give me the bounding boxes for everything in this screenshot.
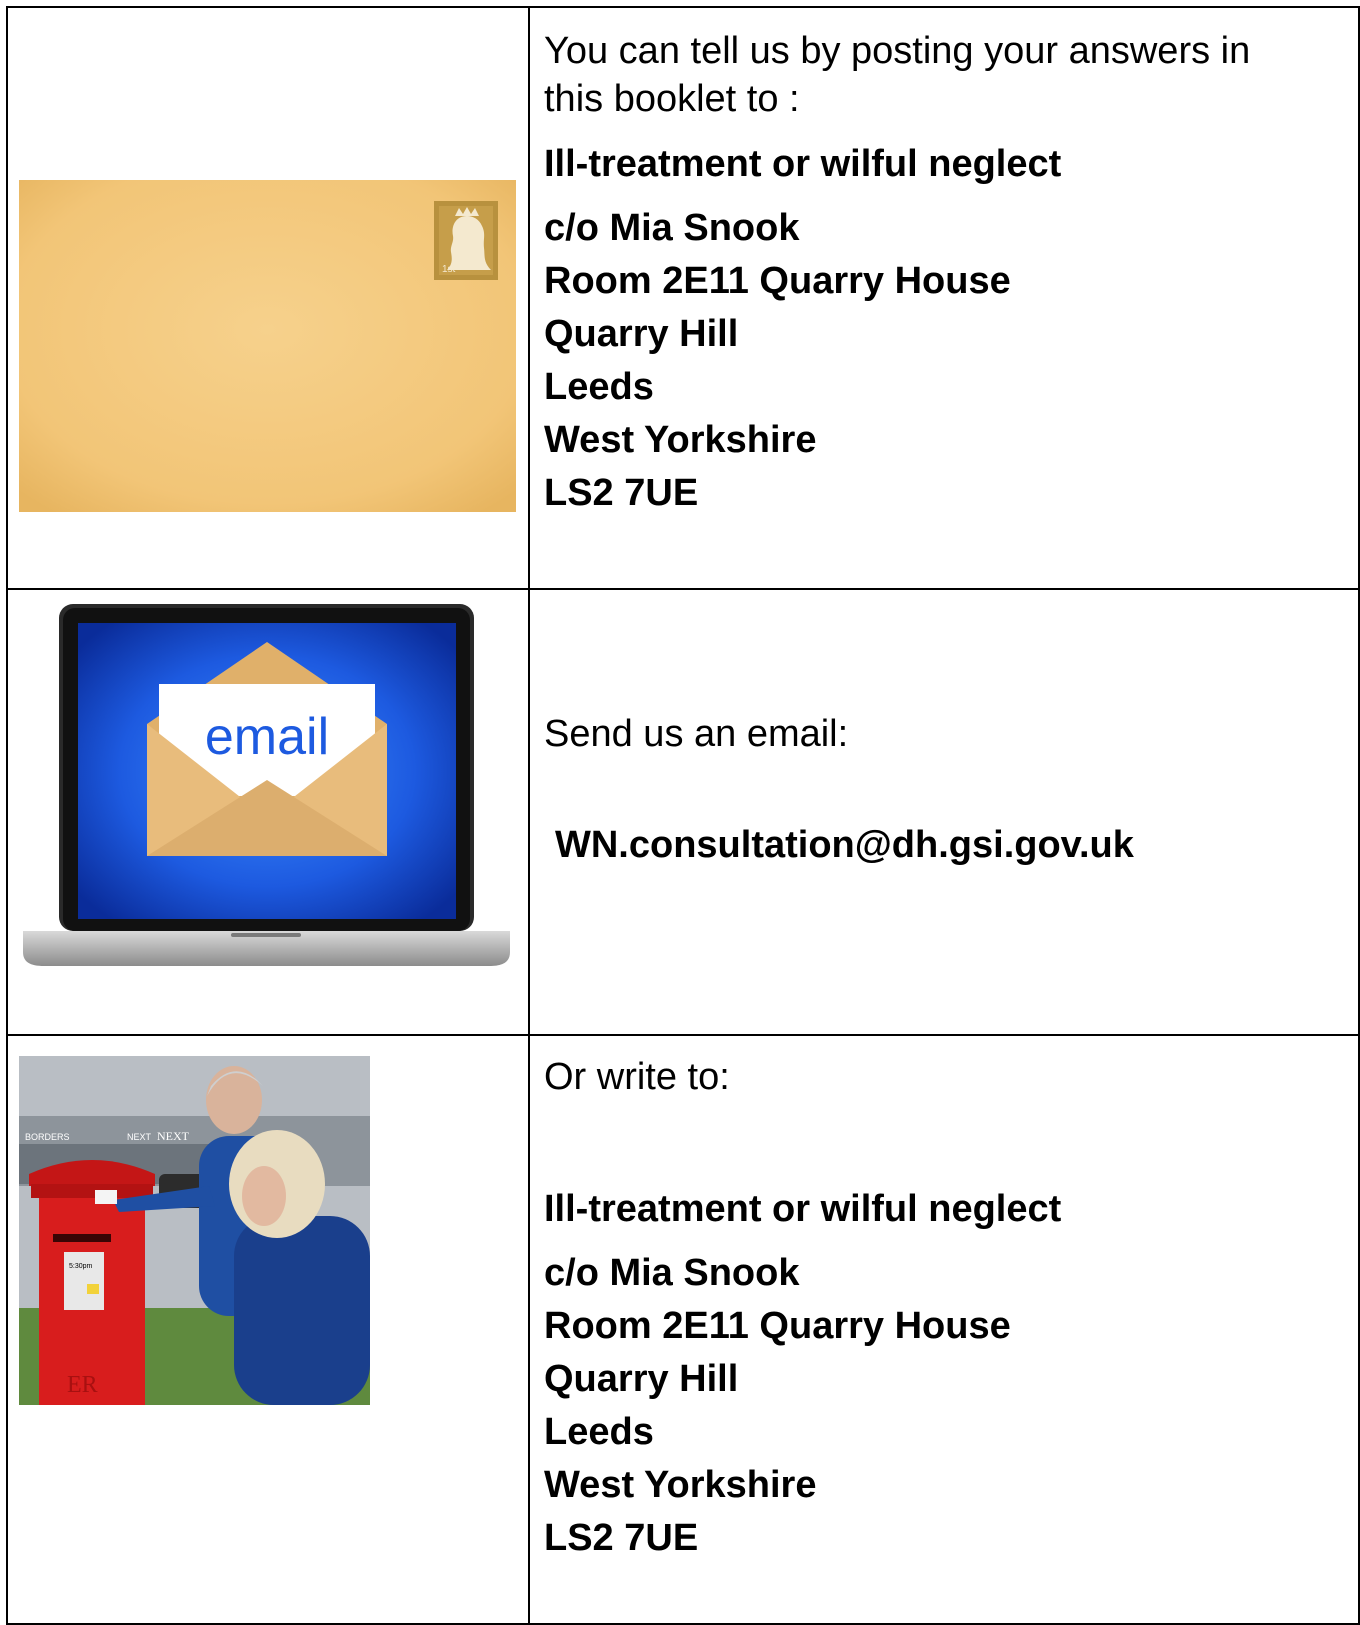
- address2-line-5: West Yorkshire: [544, 1464, 817, 1506]
- write-intro: Or write to:: [544, 1056, 730, 1098]
- address2-line-4: Leeds: [544, 1411, 654, 1453]
- shop-sign-next-1: NEXT: [127, 1132, 152, 1142]
- stamp-denomination: 1st: [442, 264, 456, 275]
- address-line-6: LS2 7UE: [544, 472, 699, 514]
- address2-line-3: Quarry Hill: [544, 1358, 739, 1400]
- address2-line-1: c/o Mia Snook: [544, 1252, 800, 1294]
- address-line-1: c/o Mia Snook: [544, 207, 800, 249]
- intro-line-1: You can tell us by posting your answers …: [544, 30, 1251, 72]
- intro-line-2: this booklet to :: [544, 78, 800, 120]
- shop-sign-next-2: NEXT: [157, 1129, 190, 1143]
- postbox-collection-time: 5:30pm: [69, 1263, 93, 1270]
- row-divider-2: [6, 1034, 1360, 1036]
- address2-line-6: LS2 7UE: [544, 1517, 699, 1559]
- email-intro: Send us an email:: [544, 713, 849, 755]
- address-line-4: Leeds: [544, 366, 654, 408]
- laptop-email-image: email: [23, 604, 510, 966]
- address-line-3: Quarry Hill: [544, 313, 739, 355]
- stamp-icon: 1st: [434, 201, 498, 280]
- envelope-image: 1st: [19, 180, 516, 512]
- row-divider-1: [6, 588, 1360, 590]
- address2-line-2: Room 2E11 Quarry House: [544, 1305, 1011, 1347]
- shop-sign-borders: BORDERS: [25, 1132, 70, 1142]
- postbox-photo: BORDERS NEXT NEXT 5:30pm ER: [19, 1056, 370, 1405]
- email-word: email: [205, 708, 329, 766]
- recipient-heading: Ill-treatment or wilful neglect: [544, 143, 1062, 185]
- address-line-2: Room 2E11 Quarry House: [544, 260, 1011, 302]
- column-divider: [528, 6, 530, 1625]
- postbox-royal-cypher: ER: [67, 1372, 98, 1398]
- address-line-5: West Yorkshire: [544, 419, 817, 461]
- recipient-heading-2: Ill-treatment or wilful neglect: [544, 1188, 1062, 1230]
- email-address[interactable]: WN.consultation@dh.gsi.gov.uk: [555, 818, 1134, 872]
